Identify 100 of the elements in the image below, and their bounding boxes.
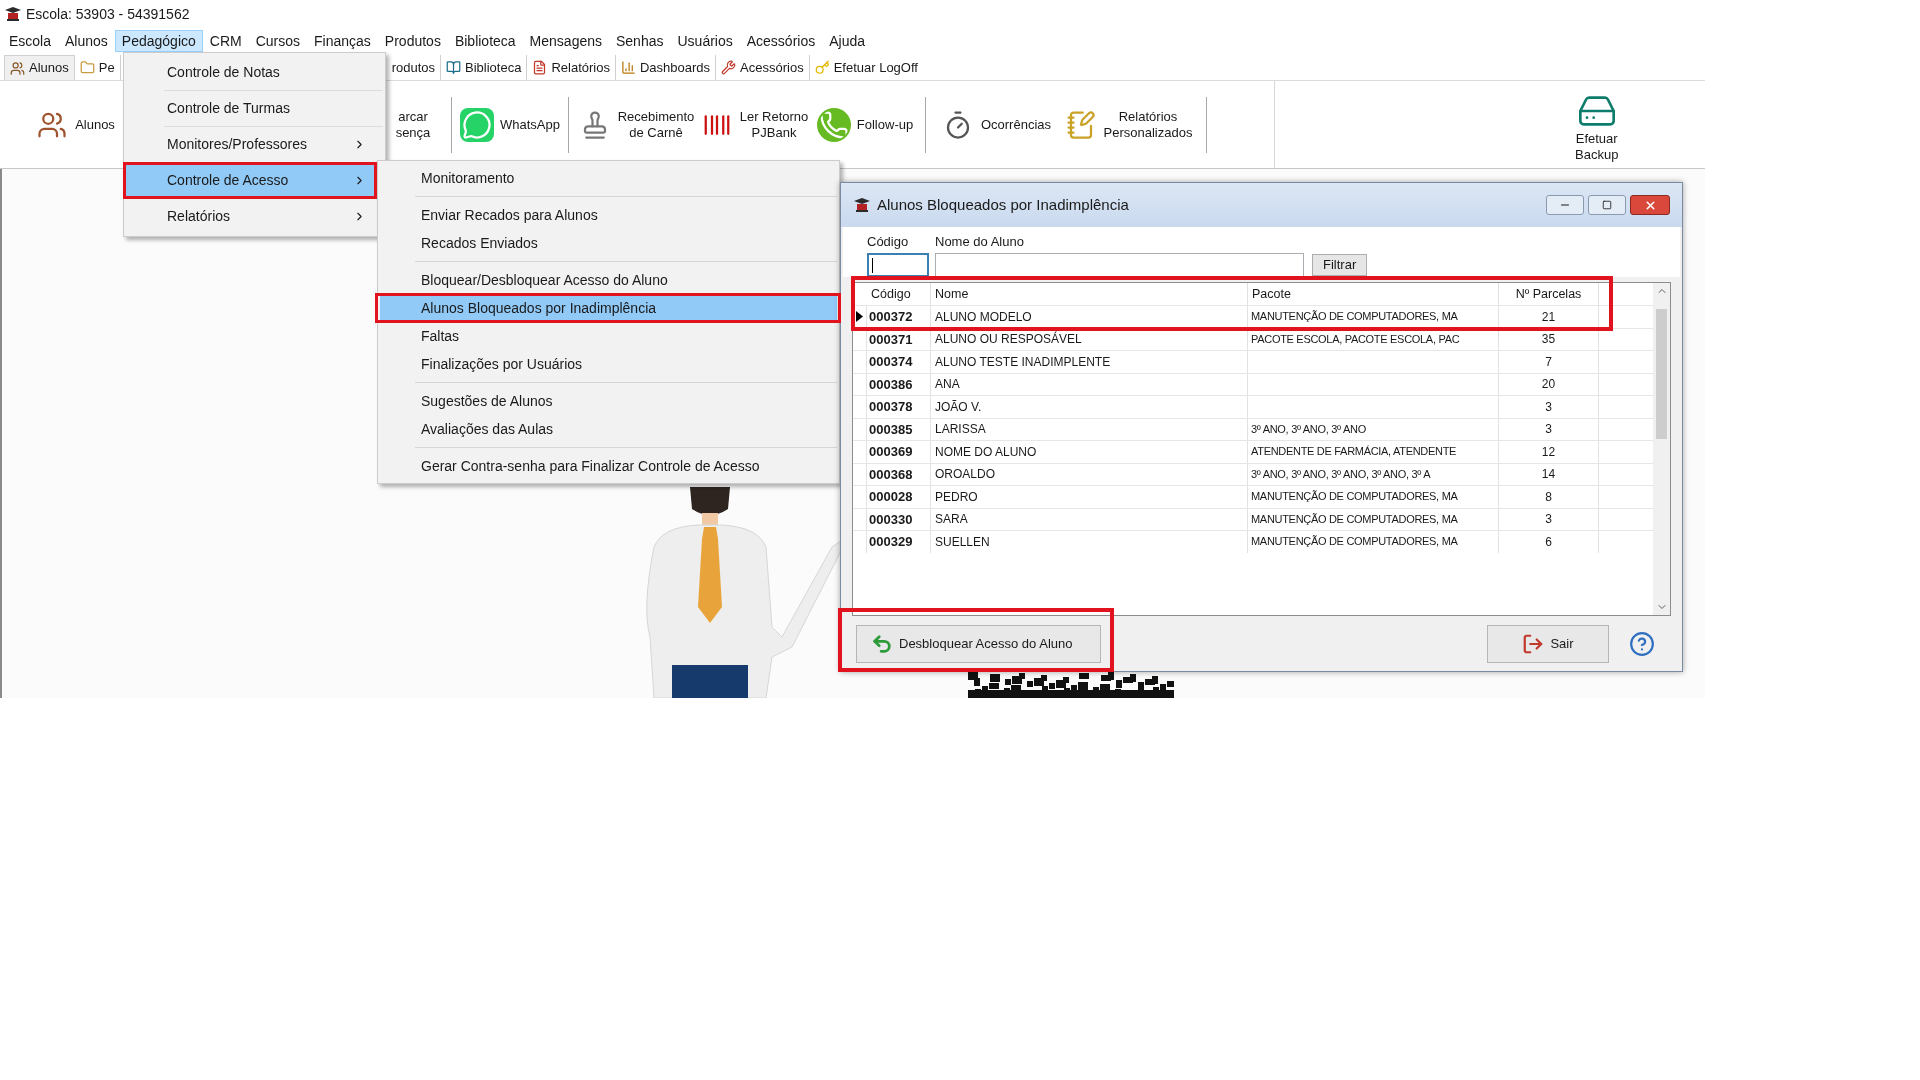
- close-icon: [1643, 198, 1657, 212]
- filter-button[interactable]: Filtrar: [1312, 254, 1368, 276]
- table-cell: 000386: [869, 376, 913, 392]
- ribbon-button[interactable]: arcar sença: [383, 92, 443, 157]
- table-cell: 21: [1541, 309, 1556, 324]
- table-cell: MANUTENÇÃO DE COMPUTADORES, MA: [1251, 490, 1458, 504]
- document-icon: [532, 60, 548, 75]
- app-logo-icon: [853, 197, 871, 213]
- help-icon[interactable]: [1629, 630, 1655, 657]
- text-field[interactable]: [935, 253, 1304, 277]
- table-cell: 000368: [869, 466, 913, 482]
- ribbon-button[interactable]: Relatórios Personalizados: [1058, 92, 1198, 157]
- minimize-button[interactable]: [1546, 195, 1584, 215]
- window-title: Escola: 53903 - 54391562: [26, 4, 190, 24]
- dialog-title: Alunos Bloqueados por Inadimplência: [877, 194, 1129, 215]
- table-cell: ALUNO TESTE INADIMPLENTE: [935, 354, 1111, 369]
- menu-bar-item[interactable]: Finanças: [307, 29, 378, 52]
- maximize-icon: [1602, 200, 1612, 210]
- table-cell: 3: [1545, 422, 1552, 437]
- chat-bubble-icon: [460, 107, 494, 142]
- ribbon-button[interactable]: Ler Retorno PJBank: [695, 92, 813, 157]
- table-cell: ATENDENTE DE FARMÁCIA, ATENDENTE: [1251, 445, 1457, 459]
- table-cell: 6: [1545, 534, 1552, 549]
- table-cell: JOÃO V.: [935, 399, 982, 414]
- table-cell: 3: [1545, 512, 1552, 527]
- column-header[interactable]: Código: [867, 283, 931, 305]
- menu-bar-item[interactable]: Pedagógico: [114, 29, 203, 52]
- table-cell: ALUNO MODELO: [935, 309, 1032, 324]
- toolbar-tab[interactable]: Alunos: [4, 55, 75, 80]
- table-cell: NOME DO ALUNO: [935, 444, 1037, 459]
- row-pointer-icon: [856, 311, 863, 323]
- backup-button[interactable]: Efetuar Backup: [1575, 91, 1619, 163]
- column-header[interactable]: Pacote: [1248, 283, 1499, 305]
- menu-bar-item[interactable]: Produtos: [377, 29, 448, 52]
- close-button[interactable]: [1630, 195, 1670, 215]
- menu-bar-item[interactable]: Usuários: [670, 29, 740, 52]
- column-header[interactable]: Nome: [931, 283, 1248, 305]
- menu-bar-item[interactable]: Biblioteca: [447, 29, 523, 52]
- table-cell: MANUTENÇÃO DE COMPUTADORES, MA: [1251, 535, 1458, 549]
- menu-bar-item[interactable]: Acessórios: [739, 29, 823, 52]
- people-icon: [10, 60, 25, 76]
- menu-bar-item[interactable]: Cursos: [248, 29, 308, 52]
- column-header[interactable]: Nº Parcelas: [1499, 283, 1599, 305]
- menu-item[interactable]: Avaliações das Aulas: [380, 417, 837, 441]
- maximize-button[interactable]: [1588, 195, 1626, 215]
- table-cell: PACOTE ESCOLA, PACOTE ESCOLA, PAC: [1251, 332, 1460, 346]
- menu-item[interactable]: Finalizações por Usuários: [380, 352, 837, 376]
- undo-arrow-icon: [871, 632, 893, 655]
- folder-icon: [79, 60, 95, 75]
- table-cell: 000372: [869, 309, 913, 325]
- unlock-button[interactable]: Desbloquear Acesso do Aluno: [856, 624, 1101, 663]
- app-logo-icon: [4, 6, 22, 22]
- menu-item[interactable]: Recados Enviados: [380, 231, 837, 255]
- menu-item[interactable]: Sugestões de Alunos: [380, 389, 837, 413]
- menu-item[interactable]: Faltas: [380, 324, 837, 348]
- table-cell: 3: [1545, 399, 1552, 414]
- ribbon-button[interactable]: Ocorrências: [934, 92, 1058, 157]
- tools-icon: [721, 60, 737, 75]
- table-cell: SUELLEN: [935, 534, 990, 549]
- table-cell: 3º ANO, 3º ANO, 3º ANO: [1251, 422, 1366, 436]
- table-cell: 7: [1545, 354, 1552, 369]
- exit-door-icon: [1522, 632, 1545, 655]
- field-label: Código: [867, 232, 910, 251]
- table-cell: 8: [1545, 489, 1552, 504]
- table-cell: PEDRO: [935, 489, 978, 504]
- table-cell: 000369: [869, 444, 913, 460]
- field-label: Nome do Aluno: [935, 232, 1025, 251]
- table-cell: 14: [1541, 467, 1556, 482]
- ribbon-button[interactable]: WhatsApp: [460, 92, 560, 157]
- menu-bar-item[interactable]: Ajuda: [822, 29, 872, 52]
- menu-item[interactable]: Bloquear/Desbloquear Acesso do Aluno: [380, 268, 837, 292]
- ribbon-button[interactable]: Follow-up: [813, 92, 917, 157]
- phone-icon: [816, 107, 851, 142]
- menu-bar-item[interactable]: Mensagens: [522, 29, 609, 52]
- table-cell: 12: [1541, 444, 1556, 459]
- menu-item[interactable]: Controle de Acesso: [126, 165, 374, 196]
- menu-item[interactable]: Controle de Notas: [126, 57, 374, 88]
- menu-item[interactable]: Alunos Bloqueados por Inadimplência: [380, 296, 837, 320]
- table-cell: 20: [1541, 377, 1556, 392]
- menu-bar-item[interactable]: Senhas: [609, 29, 671, 52]
- menu-bar-item[interactable]: Escola: [2, 29, 59, 52]
- menu-item[interactable]: Gerar Contra-senha para Finalizar Controle de Acesso: [380, 454, 837, 478]
- menu-item[interactable]: Enviar Recados para Alunos: [380, 203, 837, 227]
- menu-item[interactable]: Monitoramento: [380, 166, 837, 190]
- table-cell: 000028: [869, 489, 913, 505]
- table-cell: ANA: [935, 377, 960, 392]
- table-cell: ALUNO OU RESPOSÁVEL: [935, 332, 1082, 347]
- menu-bar-item[interactable]: CRM: [202, 29, 249, 52]
- table-cell: 000378: [869, 399, 913, 415]
- menu-item[interactable]: Relatórios: [126, 201, 374, 232]
- table-cell: 35: [1541, 332, 1556, 347]
- table-cell: 000330: [869, 511, 913, 527]
- table-cell: MANUTENÇÃO DE COMPUTADORES, MA: [1251, 310, 1458, 324]
- book-icon: [446, 60, 462, 75]
- menu-bar-item[interactable]: Alunos: [58, 29, 115, 52]
- table-cell: 000385: [869, 421, 913, 437]
- ribbon-button[interactable]: Recebimento de Carnê: [577, 92, 695, 157]
- table-cell: MANUTENÇÃO DE COMPUTADORES, MA: [1251, 512, 1458, 526]
- text-field[interactable]: [867, 253, 929, 277]
- exit-button[interactable]: Sair: [1487, 624, 1609, 663]
